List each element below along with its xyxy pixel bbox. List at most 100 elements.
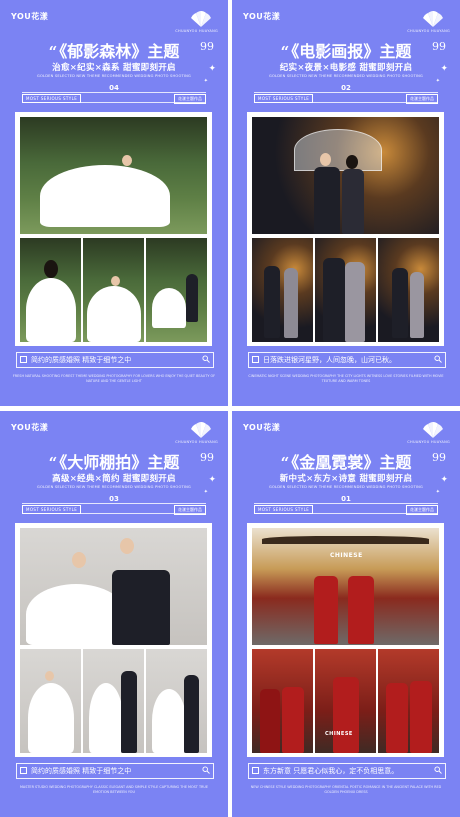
- english-tagline: GOLDEN SELECTED NEW THEME RECOMMENDED WE…: [36, 74, 191, 78]
- wedding-gown: [87, 286, 141, 342]
- poster-forest: YOU花漾 CHUANYOU HUAYANG “《郁影森林》主题 99 治愈×纪…: [0, 0, 228, 406]
- photo-label: CHINESE: [325, 731, 353, 737]
- quote-mark-icon: 99: [200, 451, 214, 464]
- thumbnail-photo: CHINESE: [315, 649, 376, 753]
- groom-figure: [314, 167, 340, 234]
- theme-title: “《金凰霓裳》主题: [280, 453, 412, 472]
- brand-logo: YOU花漾: [243, 423, 281, 432]
- theme-title: “《电影画报》主题: [280, 42, 412, 61]
- main-photo: [20, 117, 207, 234]
- footer-text: NEW CHINESE STYLE WEDDING PHOTOGRAPHY OR…: [250, 785, 442, 794]
- groom-figure: [314, 576, 338, 644]
- style-label: MOST SERIOUS STYLE: [254, 94, 314, 103]
- style-label: MOST SERIOUS STYLE: [22, 94, 82, 103]
- wedding-gown: [26, 584, 126, 645]
- groom-figure: [386, 683, 408, 753]
- wedding-gown: [152, 288, 186, 328]
- theme-title-text: 大师棚拍: [67, 453, 132, 472]
- footer-text: MASTER STUDIO WEDDING PHOTOGRAPHY CLASSI…: [19, 785, 209, 794]
- palace-roof: [262, 536, 429, 544]
- bride-figure: [282, 687, 304, 753]
- caption-text: 简约的质感婚照 精致于细节之中: [31, 767, 132, 775]
- search-icon: [202, 355, 210, 363]
- theme-subtitle: 纪实×夜景×电影感 甜蜜即刻开启: [279, 63, 413, 73]
- brand-small-text: CHUANYOU HUAYANG: [175, 440, 218, 444]
- quote-mark-icon: 99: [200, 40, 214, 53]
- search-icon: [434, 355, 442, 363]
- bride-figure: [284, 268, 298, 338]
- theme-subtitle: 治愈×纪实×森系 甜蜜即刻开启: [52, 63, 176, 73]
- style-label: MOST SERIOUS STYLE: [22, 505, 82, 514]
- thumbnail-photo: [146, 238, 207, 342]
- square-icon: [20, 356, 27, 363]
- groom-figure: [121, 671, 137, 753]
- wedding-gown: [40, 165, 170, 227]
- sparkle-icon: ✦: [440, 475, 448, 485]
- search-icon: [202, 766, 210, 774]
- theme-subtitle: 新中式×东方×诗意 甜蜜即刻开启: [279, 474, 413, 484]
- wedding-gown: [89, 683, 123, 753]
- fan-logo-icon: [191, 11, 211, 27]
- wedding-gown: [152, 689, 186, 753]
- photo-frame: CHINESE CHINESE: [247, 523, 444, 757]
- theme-number: 04: [109, 84, 119, 92]
- bride-head: [346, 155, 358, 169]
- main-photo: [20, 528, 207, 645]
- thumbnail-photo: [252, 649, 313, 753]
- groom-figure: [260, 689, 280, 753]
- theme-title-suffix: 主题: [147, 453, 180, 472]
- thumbnail-photo: [146, 649, 207, 753]
- style-bar: MOST SERIOUS STYLE 花漾主题作品: [22, 92, 206, 104]
- sparkle-icon: ✦: [208, 475, 216, 485]
- bride-head: [45, 671, 54, 681]
- thumbnail-photo: [252, 238, 313, 342]
- theme-title-text: 电影画报: [299, 42, 364, 61]
- bride-head: [44, 260, 58, 278]
- bride-figure: [348, 576, 374, 644]
- photo-frame: [247, 112, 444, 346]
- bride-figure: [410, 681, 432, 753]
- style-label: MOST SERIOUS STYLE: [254, 505, 314, 514]
- fan-logo-icon: [423, 422, 443, 438]
- theme-title: “《大师棚拍》主题: [48, 453, 180, 472]
- caption-box: 简约的质感婚照 精致于细节之中: [16, 763, 214, 779]
- caption-box: 简约的质感婚照 精致于细节之中: [16, 352, 214, 368]
- poster-grid: YOU花漾 CHUANYOU HUAYANG “《郁影森林》主题 99 治愈×纪…: [0, 0, 460, 817]
- groom-figure: [112, 570, 170, 645]
- theme-number: 02: [341, 84, 351, 92]
- bride-figure: [342, 169, 364, 234]
- brand-logo: YOU花漾: [243, 12, 281, 21]
- footer-text: CINEMATIC NIGHT SCENE WEDDING PHOTOGRAPH…: [248, 374, 444, 383]
- sparkle-icon: ✦: [440, 64, 448, 74]
- search-icon: [434, 766, 442, 774]
- caption-box: 东方新意 只愿君心似我心，定不负相思意。: [248, 763, 446, 779]
- caption-box: 日落跌进银河星野，人间忽晚，山河已秋。: [248, 352, 446, 368]
- bride-figure: [410, 272, 424, 338]
- thumbnail-photo: [83, 238, 144, 342]
- bride-head: [122, 155, 132, 166]
- caption-text: 简约的质感婚照 精致于细节之中: [31, 356, 132, 364]
- groom-figure: [184, 675, 199, 753]
- style-tag: 花漾主题作品: [406, 94, 438, 104]
- theme-subtitle: 高级×经典×简约 甜蜜即刻开启: [52, 474, 176, 484]
- theme-title-suffix: 主题: [147, 42, 180, 61]
- bride-figure: [333, 677, 359, 753]
- wedding-gown: [26, 278, 76, 342]
- groom-figure: [264, 266, 280, 338]
- bride-head: [111, 276, 120, 286]
- style-tag: 花漾主题作品: [174, 505, 206, 515]
- thumbnail-photo: [378, 238, 439, 342]
- groom-head: [120, 538, 134, 554]
- square-icon: [20, 767, 27, 774]
- fan-logo-icon: [191, 422, 211, 438]
- thumbnail-photo: [83, 649, 144, 753]
- square-icon: [252, 356, 259, 363]
- photo-frame: [15, 112, 212, 346]
- groom-figure: [392, 268, 408, 338]
- poster-studio: YOU花漾 CHUANYOU HUAYANG “《大师棚拍》主题 99 高级×经…: [0, 411, 228, 817]
- english-tagline: GOLDEN SELECTED NEW THEME RECOMMENDED WE…: [36, 485, 191, 489]
- theme-title-suffix: 主题: [379, 453, 412, 472]
- caption-text: 东方新意 只愿君心似我心，定不负相思意。: [263, 767, 399, 775]
- style-bar: MOST SERIOUS STYLE 花漾主题作品: [254, 92, 438, 104]
- wedding-gown: [28, 683, 74, 753]
